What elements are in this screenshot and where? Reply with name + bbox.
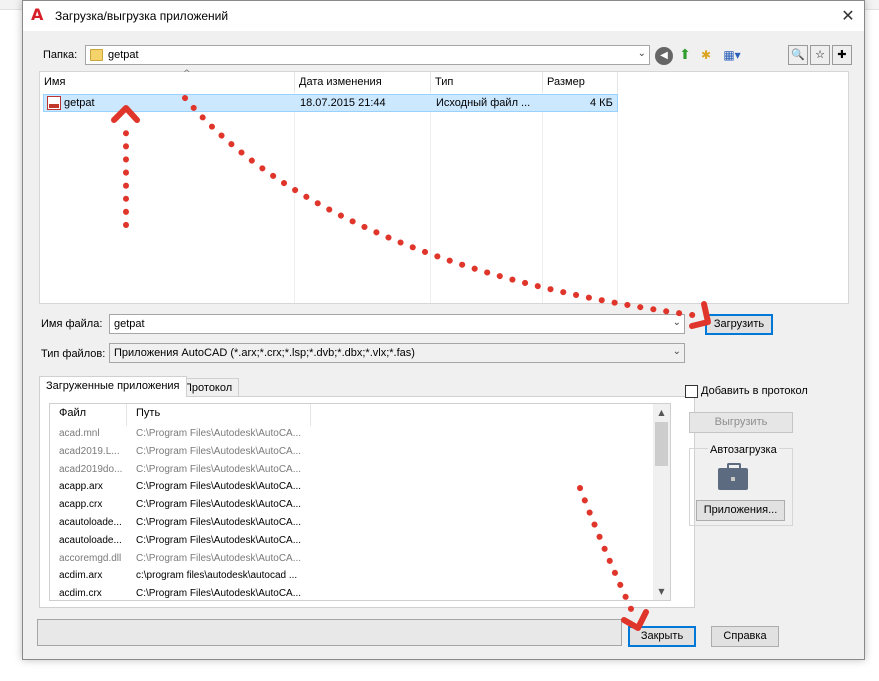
app-file-name: acautoloade... — [59, 517, 122, 528]
column-header-type[interactable]: Тип — [431, 72, 543, 92]
column-header-name[interactable]: Имя ^ — [40, 69, 295, 92]
folder-label: Папка: — [43, 49, 78, 61]
new-folder-icon[interactable]: ✱ — [697, 46, 715, 64]
list-item[interactable]: acdim.arx c:\program files\autodesk\autoc… — [50, 568, 670, 586]
filetype-value: Приложения AutoCAD (*.arx;*.crx;*.lsp;*.… — [114, 347, 415, 359]
list-item[interactable]: acautoloade... C:\Program Files\Autodesk\… — [50, 515, 670, 533]
list-item[interactable]: acad2019do... C:\Program Files\Autodesk\A… — [50, 462, 670, 480]
file-name: getpat — [64, 97, 95, 109]
column-divider — [295, 92, 431, 303]
unload-button[interactable]: Выгрузить — [689, 412, 793, 433]
autocad-logo-icon: A — [31, 5, 44, 24]
filename-value: getpat — [114, 318, 145, 330]
chevron-down-icon: ⌄ — [672, 317, 681, 328]
app-file-name: acad.mnl — [59, 428, 100, 439]
find-file-icon[interactable]: 🔍 — [788, 45, 808, 65]
app-path: C:\Program Files\Autodesk\AutoCA... — [136, 588, 302, 600]
app-file-name: acad2019do... — [59, 463, 123, 475]
list-item[interactable]: acad.mnl C:\Program Files\Autodesk\AutoCA… — [50, 426, 670, 444]
window-title: Загрузка/выгрузка приложений — [55, 9, 229, 23]
file-size: 4 КБ — [590, 97, 613, 109]
scroll-down-icon[interactable]: ▼ — [653, 583, 670, 600]
vertical-scrollbar[interactable]: ▲ ▼ — [653, 404, 670, 600]
folder-value: getpat — [108, 49, 139, 61]
briefcase-icon — [718, 463, 748, 490]
app-file-name: acapp.arx — [59, 481, 103, 493]
back-icon[interactable]: ◀ — [655, 47, 673, 65]
app-path: C:\Program Files\Autodesk\AutoCA... — [136, 445, 302, 457]
column-divider — [310, 404, 311, 426]
filetype-label: Тип файлов: — [41, 348, 106, 360]
app-file-name: acautoloade... — [59, 534, 122, 546]
app-path: c:\program files\autodesk\autocad ... — [136, 570, 298, 582]
app-path: C:\Program Files\Autodesk\AutoCA... — [136, 534, 302, 546]
chevron-down-icon: ⌄ — [637, 48, 646, 59]
filetype-select[interactable]: Приложения AutoCAD (*.arx;*.crx;*.lsp;*.… — [109, 343, 685, 363]
load-button[interactable]: Загрузить — [705, 314, 773, 335]
column-header-date[interactable]: Дата изменения — [295, 72, 431, 92]
list-item[interactable]: acautoloade... C:\Program Files\Autodesk\… — [50, 533, 670, 551]
column-header-size[interactable]: Размер — [543, 72, 618, 92]
loaded-apps-list[interactable]: Файл Путь acad.mnl C:\Program Files\Autod… — [49, 403, 671, 601]
scroll-thumb[interactable] — [655, 422, 668, 466]
file-list[interactable]: Имя ^ Дата изменения Тип Размер getpat 1… — [39, 69, 849, 304]
lisp-file-icon — [47, 96, 61, 110]
list-item[interactable]: accoremgd.dll C:\Program Files\Autodesk\A… — [50, 551, 670, 569]
close-window-button[interactable]: ✕ — [838, 6, 858, 26]
startup-group: Автозагрузка Приложения... — [689, 444, 793, 526]
startup-group-label: Автозагрузка — [708, 444, 779, 456]
tab-panel: Файл Путь acad.mnl C:\Program Files\Autod… — [39, 396, 695, 608]
file-date: 18.07.2015 21:44 — [300, 97, 386, 109]
scroll-up-icon[interactable]: ▲ — [653, 404, 670, 421]
startup-apps-button[interactable]: Приложения... — [696, 500, 785, 521]
column-divider — [126, 404, 127, 426]
status-field — [37, 619, 622, 646]
column-header-path[interactable]: Путь — [136, 407, 160, 419]
column-divider — [40, 92, 295, 303]
filename-input[interactable]: getpat ⌄ — [109, 314, 685, 334]
app-path: C:\Program Files\Autodesk\AutoCA... — [136, 463, 302, 475]
filename-label: Имя файла: — [41, 318, 103, 330]
file-row-getpat[interactable]: getpat 18.07.2015 21:44 Исходный файл ..… — [43, 94, 618, 112]
folder-combo[interactable]: getpat ⌄ — [85, 45, 650, 65]
app-file-name: accoremgd.dll — [59, 552, 122, 564]
app-file-name: acapp.crx — [59, 499, 103, 511]
list-item[interactable]: acapp.arx C:\Program Files\Autodesk\AutoC… — [50, 479, 670, 497]
folder-icon — [90, 49, 103, 61]
title-bar: A Загрузка/выгрузка приложений ✕ — [23, 1, 864, 31]
list-item[interactable]: acdim.crx C:\Program Files\Autodesk\AutoC… — [50, 586, 670, 600]
file-type: Исходный файл ... — [436, 97, 531, 109]
app-file-name: acad2019.L... — [59, 445, 120, 457]
load-unload-dialog: A Загрузка/выгрузка приложений ✕ Папка: … — [22, 0, 865, 660]
close-button[interactable]: Закрыть — [628, 626, 696, 647]
app-path: C:\Program Files\Autodesk\AutoCA... — [136, 517, 302, 528]
app-path: C:\Program Files\Autodesk\AutoCA... — [136, 481, 302, 493]
column-header-file[interactable]: Файл — [59, 407, 86, 419]
sort-ascending-icon: ^ — [183, 69, 191, 79]
chevron-down-icon: ⌄ — [672, 346, 681, 357]
views-menu-icon[interactable]: ▦▾ — [719, 46, 745, 64]
search-web-icon[interactable]: ☆ — [810, 45, 830, 65]
app-file-name: acdim.crx — [59, 588, 102, 600]
app-path: C:\Program Files\Autodesk\AutoCA... — [136, 428, 302, 439]
app-path: C:\Program Files\Autodesk\AutoCA... — [136, 552, 302, 564]
column-divider — [543, 92, 618, 303]
list-item[interactable]: acapp.crx C:\Program Files\Autodesk\AutoC… — [50, 497, 670, 515]
app-path: C:\Program Files\Autodesk\AutoCA... — [136, 499, 302, 511]
app-file-name: acdim.arx — [59, 570, 103, 582]
up-folder-icon[interactable]: ⬆ — [676, 46, 694, 64]
list-item[interactable]: acad2019.L... C:\Program Files\Autodesk\A… — [50, 444, 670, 462]
add-to-history-label: Добавить в протокол — [701, 385, 808, 397]
favorites-add-icon[interactable]: ✚ — [832, 45, 852, 65]
tab-loaded-apps[interactable]: Загруженные приложения — [39, 376, 187, 397]
column-divider — [431, 92, 543, 303]
help-button[interactable]: Справка — [711, 626, 779, 647]
add-to-history-checkbox[interactable] — [685, 385, 698, 398]
